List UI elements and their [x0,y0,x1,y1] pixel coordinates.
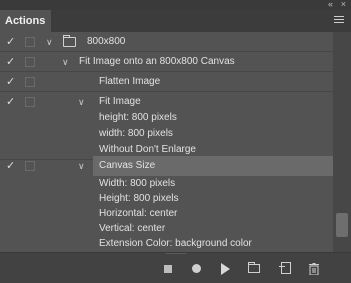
parameter-label: Extension Color: background color [99,238,252,249]
action-label: Fit Image onto an 800x800 Canvas [79,56,235,67]
trash-icon[interactable] [309,262,319,276]
toggle-item-checkmark[interactable]: ✓ [6,52,15,72]
action-set-row[interactable]: ✓ ∨ 800x800 [0,32,333,52]
command-label: Canvas Size [99,160,156,171]
dialog-toggle-box[interactable] [25,57,35,67]
folder-icon[interactable] [248,262,260,273]
play-icon[interactable] [221,263,230,275]
chevron-down-icon[interactable]: ∨ [78,156,85,176]
chevron-down-icon[interactable]: ∨ [62,52,69,72]
command-row-selected[interactable]: ✓ ∨ Canvas Size [0,156,333,176]
toggle-item-checkmark[interactable]: ✓ [6,72,15,92]
panel-tab-bar: Actions [0,10,351,32]
command-row[interactable]: ✓ Flatten Image [0,72,333,92]
dialog-toggle-box[interactable] [25,97,35,107]
chevron-down-icon[interactable]: ∨ [46,32,53,52]
resize-grip[interactable] [166,253,186,254]
action-row[interactable]: ✓ ∨ Fit Image onto an 800x800 Canvas [0,52,333,72]
scrollbar-thumb[interactable] [336,213,348,237]
panel-top-strip: « × [0,0,351,10]
record-icon[interactable] [192,264,201,273]
toggle-item-checkmark[interactable]: ✓ [6,156,15,176]
collapse-icon[interactable]: « [328,0,333,9]
dialog-toggle-box[interactable] [25,37,35,47]
tab-actions[interactable]: Actions [0,10,51,32]
new-action-icon[interactable] [279,262,291,274]
close-icon[interactable]: × [341,0,346,9]
command-parameter: Extension Color: background color [0,234,333,254]
actions-list: ✓ ∨ 800x800 ✓ ∨ Fit Image onto an 800x80… [0,32,333,252]
vertical-scrollbar[interactable] [333,32,351,252]
action-set-label: 800x800 [87,36,126,47]
dialog-toggle-box[interactable] [25,161,35,171]
dialog-toggle-box[interactable] [25,77,35,87]
panel-menu-icon[interactable] [334,16,344,26]
stop-icon[interactable] [164,265,172,273]
toggle-item-checkmark[interactable]: ✓ [6,32,15,52]
actions-footer-toolbar [0,252,351,283]
folder-icon [63,35,76,47]
command-label: Flatten Image [99,76,161,87]
